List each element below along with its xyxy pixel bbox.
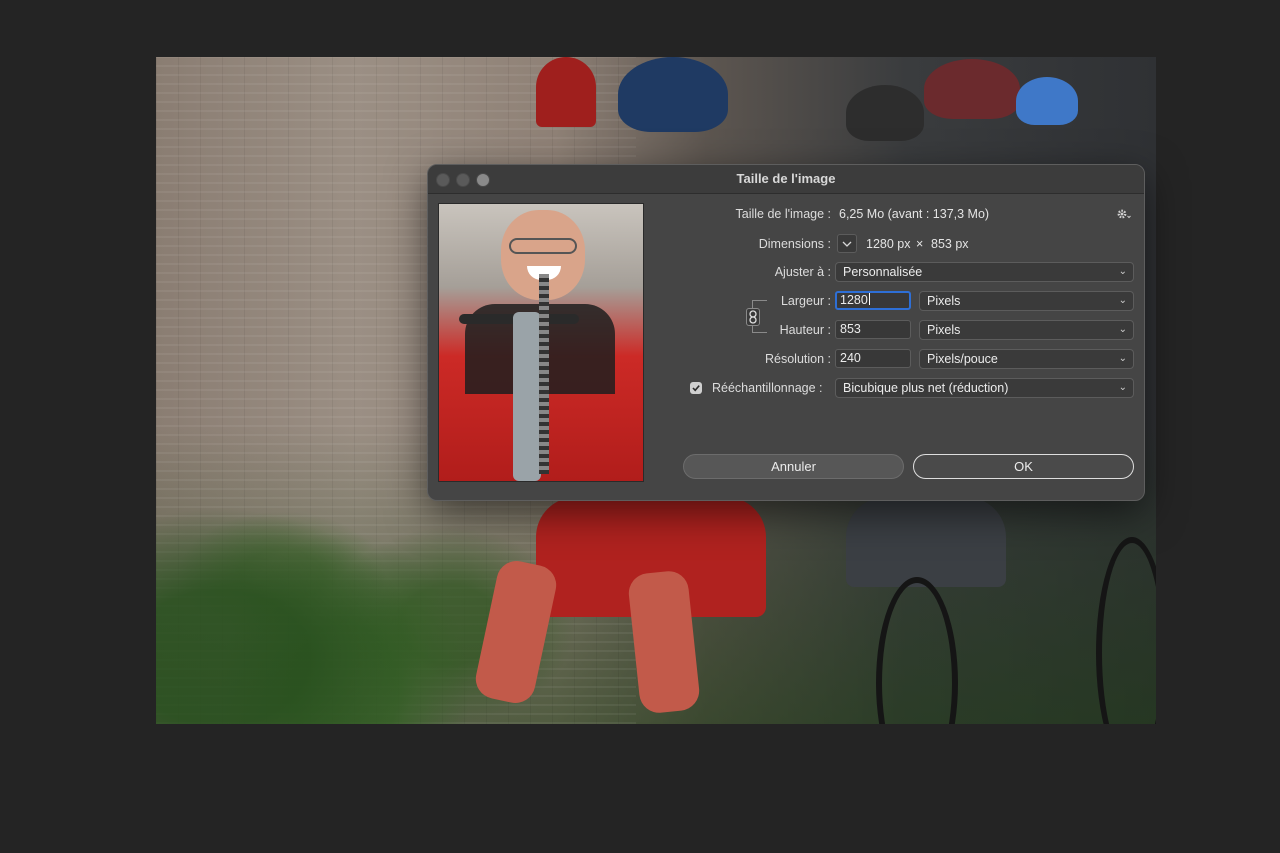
resample-label[interactable]: Rééchantillonnage : [712,381,823,395]
chevron-down-icon[interactable] [837,234,857,253]
image-size-dialog: Taille de l'image Taille de l'image : 6,… [427,164,1145,501]
chevron-down-icon: ⌄ [1118,382,1127,393]
dialog-title: Taille de l'image [736,171,836,186]
cancel-button[interactable]: Annuler [683,454,904,479]
fit-to-select[interactable]: Personnalisée ⌄ [835,262,1134,282]
bike-wheel [876,577,958,724]
dimensions-width-value: 1280 px [866,237,911,251]
gear-icon[interactable] [1116,207,1134,221]
resolution-input[interactable]: 240 [835,349,911,368]
width-label: Largeur : [780,294,831,308]
dimensions-times-symbol: × [916,237,924,251]
rider-background [536,57,596,127]
height-unit-select[interactable]: Pixels ⌄ [919,320,1134,340]
chevron-down-icon: ⌄ [1118,266,1127,277]
image-size-value: 6,25 Mo (avant : 137,3 Mo) [839,207,990,221]
resolution-unit-select[interactable]: Pixels/pouce ⌄ [919,349,1134,369]
width-unit-value: Pixels [927,294,961,308]
ok-button[interactable]: OK [913,454,1134,479]
helmet-black [846,85,924,141]
helmet-blue [1016,77,1078,125]
resample-method-value: Bicubique plus net (réduction) [843,381,1009,395]
preview-frame-tube [513,312,541,481]
image-preview[interactable] [438,203,644,482]
height-input[interactable]: 853 [835,320,911,339]
resample-method-select[interactable]: Bicubique plus net (réduction) ⌄ [835,378,1134,398]
helmet-red [924,59,1020,119]
text-caret [868,293,870,305]
resolution-unit-value: Pixels/pouce [927,352,998,366]
resample-checkbox[interactable] [690,382,702,394]
checkmark-icon [692,385,700,392]
resolution-label: Résolution : [764,352,831,366]
preview-chain [539,274,549,474]
dimensions-label: Dimensions : [758,237,831,251]
dialog-titlebar[interactable]: Taille de l'image [428,165,1144,194]
width-unit-select[interactable]: Pixels ⌄ [919,291,1134,311]
constrain-bracket-bottom [752,326,767,333]
bike-wheel [1096,537,1156,724]
rider-shorts [846,497,1006,587]
height-label: Hauteur : [779,323,831,337]
chevron-down-icon: ⌄ [1118,295,1127,306]
cap-rider [618,57,728,132]
chevron-down-icon: ⌄ [1118,353,1127,364]
fit-to-value: Personnalisée [843,265,923,279]
dimensions-height-value: 853 px [931,237,969,251]
chevron-down-icon: ⌄ [1118,324,1127,335]
fit-to-label: Ajuster à : [774,265,831,279]
preview-glasses [509,238,577,254]
image-size-label: Taille de l'image : [735,207,832,221]
height-unit-value: Pixels [927,323,961,337]
chain-link-icon[interactable] [746,308,760,326]
width-input[interactable]: 1280 [835,291,911,310]
